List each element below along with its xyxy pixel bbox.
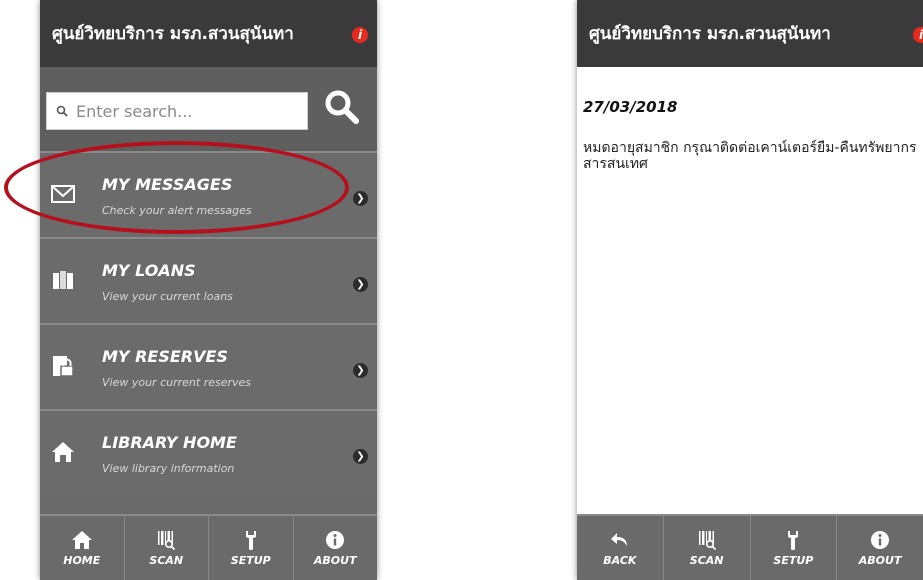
menu-item-subtitle: View your current loans	[102, 290, 233, 303]
barcode-scan-icon	[698, 531, 716, 551]
books-icon	[53, 271, 73, 289]
search-button[interactable]	[322, 87, 362, 127]
barcode-scan-icon	[158, 531, 176, 551]
search-icon	[56, 105, 68, 117]
menu-item-subtitle: View library information	[102, 462, 235, 475]
chevron-right-icon: ❯	[353, 277, 368, 292]
title-bar: ศูนย์วิทยบริการ มรภ.สวนสุนันทา i	[577, 0, 923, 67]
lock-book-icon	[53, 356, 74, 377]
bottom-tab-bar: BACK SCAN SETUP ABOUT	[577, 514, 923, 580]
tab-setup[interactable]: SETUP	[749, 516, 837, 580]
tab-label: SETUP	[230, 554, 271, 567]
tab-back[interactable]: BACK	[577, 516, 663, 580]
menu-item-title: LIBRARY HOME	[102, 433, 237, 452]
main-menu-screen: ศูนย์วิทยบริการ มรภ.สวนสุนันทา i MY MESS…	[40, 0, 377, 580]
tab-about[interactable]: ABOUT	[292, 516, 378, 580]
tab-label: BACK	[603, 554, 637, 567]
app-title: ศูนย์วิทยบริการ มรภ.สวนสุนันทา	[589, 24, 831, 44]
tab-scan[interactable]: SCAN	[662, 516, 750, 580]
search-input[interactable]	[74, 95, 298, 127]
menu-item-library-home[interactable]: LIBRARY HOME View library information ❯	[40, 409, 377, 495]
menu-item-my-messages[interactable]: MY MESSAGES Check your alert messages ❯	[40, 151, 377, 237]
tab-scan[interactable]: SCAN	[123, 516, 209, 580]
wrench-icon	[245, 531, 256, 550]
info-icon[interactable]: i	[913, 27, 923, 43]
message-text: หมดอายุสมาชิก กรุณาติดต่อเคาน์เตอร์ยืม-ค…	[583, 140, 917, 172]
menu-item-title: MY LOANS	[102, 261, 196, 280]
app-title: ศูนย์วิทยบริการ มรภ.สวนสุนันทา	[52, 24, 294, 44]
tab-about[interactable]: ABOUT	[836, 516, 923, 580]
back-arrow-icon	[610, 533, 627, 546]
info-icon[interactable]: i	[352, 27, 368, 43]
info-icon	[326, 531, 345, 549]
search-box	[46, 92, 308, 130]
menu-item-subtitle: View your current reserves	[102, 376, 252, 389]
tab-label: SCAN	[689, 554, 724, 567]
message-detail-screen: ศูนย์วิทยบริการ มรภ.สวนสุนันทา i 27/03/2…	[577, 0, 923, 580]
search-area	[40, 67, 377, 151]
menu-item-title: MY RESERVES	[102, 347, 228, 366]
envelope-icon	[51, 185, 75, 203]
tab-label: HOME	[63, 554, 101, 567]
tab-label: ABOUT	[858, 554, 902, 567]
menu-item-title: MY MESSAGES	[102, 175, 233, 194]
home-icon	[71, 531, 92, 549]
wrench-icon	[788, 531, 799, 550]
bottom-tab-bar: HOME SCAN SETUP ABOUT	[40, 514, 377, 580]
home-icon	[52, 442, 74, 462]
chevron-right-icon: ❯	[353, 191, 368, 206]
tab-label: SETUP	[773, 554, 814, 567]
menu-item-subtitle: Check your alert messages	[102, 204, 252, 217]
menu-item-my-reserves[interactable]: MY RESERVES View your current reserves ❯	[40, 323, 377, 409]
title-bar: ศูนย์วิทยบริการ มรภ.สวนสุนันทา i	[40, 0, 377, 67]
tab-setup[interactable]: SETUP	[208, 516, 293, 580]
chevron-right-icon: ❯	[353, 449, 368, 464]
tab-label: SCAN	[149, 554, 184, 567]
info-icon	[871, 531, 890, 549]
tab-label: ABOUT	[313, 554, 357, 567]
chevron-right-icon: ❯	[353, 363, 368, 378]
tab-home[interactable]: HOME	[40, 516, 124, 580]
main-menu: MY MESSAGES Check your alert messages ❯ …	[40, 151, 377, 495]
menu-item-my-loans[interactable]: MY LOANS View your current loans ❯	[40, 237, 377, 323]
message-date: 27/03/2018	[583, 98, 678, 116]
